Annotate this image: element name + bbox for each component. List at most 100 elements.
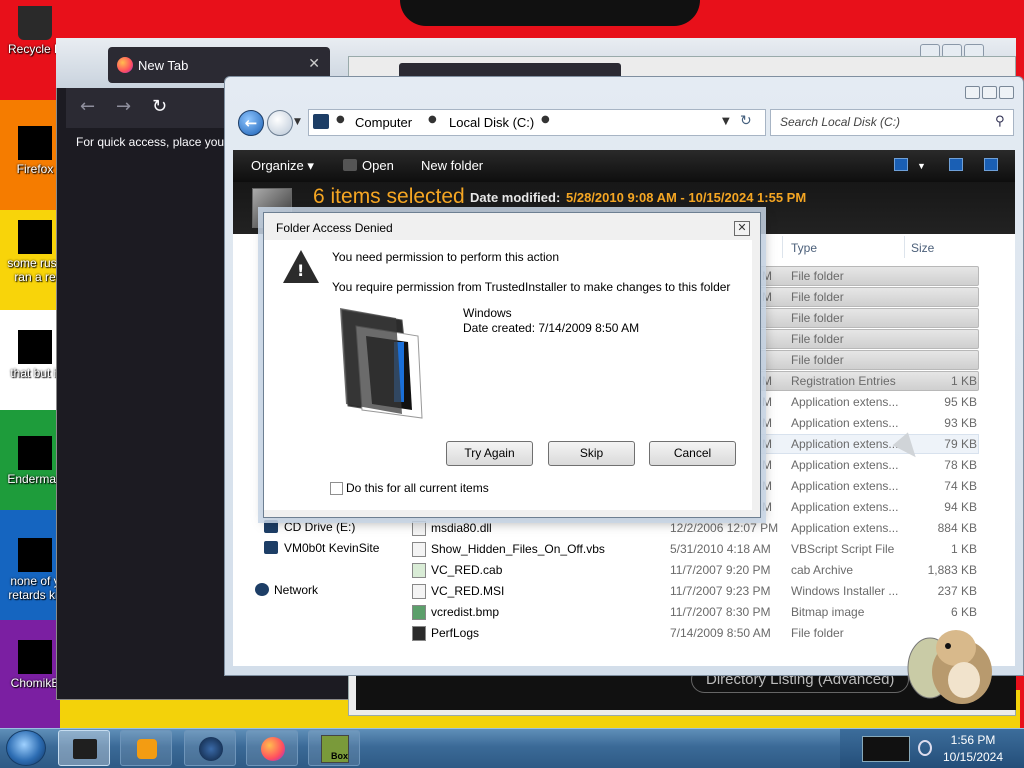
date-modified-label: Date modified: [470,190,561,205]
taskbar-chomikbox-button[interactable]: Box [308,730,360,766]
file-type: VBScript Script File [791,542,895,556]
cell-date: M [762,437,772,451]
file-name[interactable]: PerfLogs [431,626,479,640]
taskbar-media-player-button[interactable] [120,730,172,766]
cell-size: 94 KB [944,500,977,514]
file-name[interactable]: vcredist.bmp [431,605,499,619]
dialog-close-button[interactable]: ✕ [734,221,750,236]
minimize-button[interactable] [965,86,980,99]
firefox-icon [18,126,52,160]
cell-type: File folder [791,290,844,304]
app-icon [199,737,223,761]
nav-item-network[interactable]: Network [274,583,318,597]
file-name[interactable]: VC_RED.cab [431,563,502,577]
cell-size: 1 KB [950,374,977,388]
chomikbox-icon [18,640,52,674]
folder-date-created: Date created: 7/14/2009 8:50 AM [463,321,640,335]
cell-date: M [762,290,772,304]
wallpaper-top-shape [400,0,700,26]
new-folder-button[interactable]: New folder [421,158,483,173]
file-name[interactable]: VC_RED.MSI [431,584,504,598]
help-icon[interactable] [984,158,998,171]
try-again-button[interactable]: Try Again [446,441,533,466]
organize-button[interactable]: Organize ▾ [251,158,314,174]
file-type: Bitmap image [791,605,865,619]
network-status-icon[interactable] [862,736,910,762]
clock-date[interactable]: 10/15/2024 [935,750,1011,764]
column-divider[interactable] [782,236,783,258]
breadcrumb-separator-icon[interactable]: ● [336,114,345,125]
back-button[interactable]: ← [238,110,264,136]
preview-pane-icon[interactable] [949,158,963,171]
back-arrow-icon[interactable]: ← [80,96,95,117]
taskbar-app-button[interactable] [184,730,236,766]
file-date: 5/31/2010 4:18 AM [670,542,771,556]
desktop-icon-label: ChomikB [10,676,60,690]
explorer-window-controls [963,86,1014,102]
cancel-button[interactable]: Cancel [649,441,736,466]
file-size: 237 KB [937,584,977,598]
bookmarks-quick-access-text: For quick access, place your [76,135,226,149]
cell-size: 93 KB [944,416,977,430]
refresh-icon[interactable]: ↻ [740,113,752,129]
cell-type: File folder [791,353,844,367]
warning-exclamation-icon: ! [297,261,305,280]
file-name[interactable]: msdia80.dll [431,521,492,535]
search-icon[interactable]: ⚲ [995,114,1005,129]
view-options-chevron-icon[interactable]: ▼ [917,161,926,171]
firefox-favicon-icon [117,57,133,73]
do-for-all-checkbox[interactable] [330,482,343,495]
computer-icon [313,114,329,129]
cell-type: File folder [791,332,844,346]
column-header-size[interactable]: Size [911,241,934,255]
cell-date: M [762,269,772,283]
clock-time[interactable]: 1:56 PM [945,733,1001,747]
file-type: File folder [791,626,844,640]
forward-button[interactable] [267,110,293,136]
breadcrumb-local-disk[interactable]: Local Disk (C:) [449,115,534,130]
breadcrumb-separator-icon[interactable]: ● [428,114,437,125]
nav-item-cd-drive[interactable]: CD Drive (E:) [284,520,355,534]
file-date: 11/7/2007 9:23 PM [670,584,771,598]
forward-arrow-icon[interactable]: → [116,96,131,117]
cell-date: M [762,416,772,430]
file-date: 7/14/2009 8:50 AM [670,626,771,640]
dll-file-icon [412,521,426,536]
file-size: 884 KB [937,521,977,535]
tray-icon[interactable] [918,740,932,756]
skip-button[interactable]: Skip [548,441,635,466]
reload-icon[interactable]: ↻ [152,96,167,117]
cell-date: M [762,479,772,493]
breadcrumb-separator-icon[interactable]: ● [541,114,550,125]
column-header-type[interactable]: Type [791,241,817,255]
nav-item-vm0b0t-kevinsite[interactable]: VM0b0t KevinSite [284,541,379,555]
open-button[interactable]: Open [362,158,394,173]
file-icon [18,538,52,572]
tab-title: New Tab [138,58,189,73]
start-button[interactable] [6,730,46,766]
cell-type: File folder [791,269,844,283]
cab-file-icon [412,563,426,578]
file-name[interactable]: Show_Hidden_Files_On_Off.vbs [431,542,605,556]
address-dropdown-icon[interactable]: ▼ [722,116,730,127]
cell-size: 74 KB [944,479,977,493]
column-divider[interactable] [904,236,905,258]
cell-date: M [762,458,772,472]
cell-size: 79 KB [944,437,977,451]
desktop-icon-label: Enderman [7,472,63,486]
tab-close-icon[interactable]: ✕ [308,55,320,72]
recent-pages-chevron-icon[interactable]: ▼ [294,117,301,127]
taskbar-explorer-button[interactable] [58,730,110,766]
breadcrumb-computer[interactable]: Computer [355,115,412,130]
dialog-title: Folder Access Denied [276,221,393,235]
taskbar-firefox-button[interactable] [246,730,298,766]
cell-date: M [762,500,772,514]
bmp-file-icon [412,605,426,620]
close-button[interactable] [999,86,1014,99]
change-view-icon[interactable] [894,158,908,171]
do-for-all-label[interactable]: Do this for all current items [346,481,489,495]
cell-date: M [762,395,772,409]
file-type: cab Archive [791,563,854,577]
maximize-button[interactable] [982,86,997,99]
cd-drive-icon [264,520,278,533]
